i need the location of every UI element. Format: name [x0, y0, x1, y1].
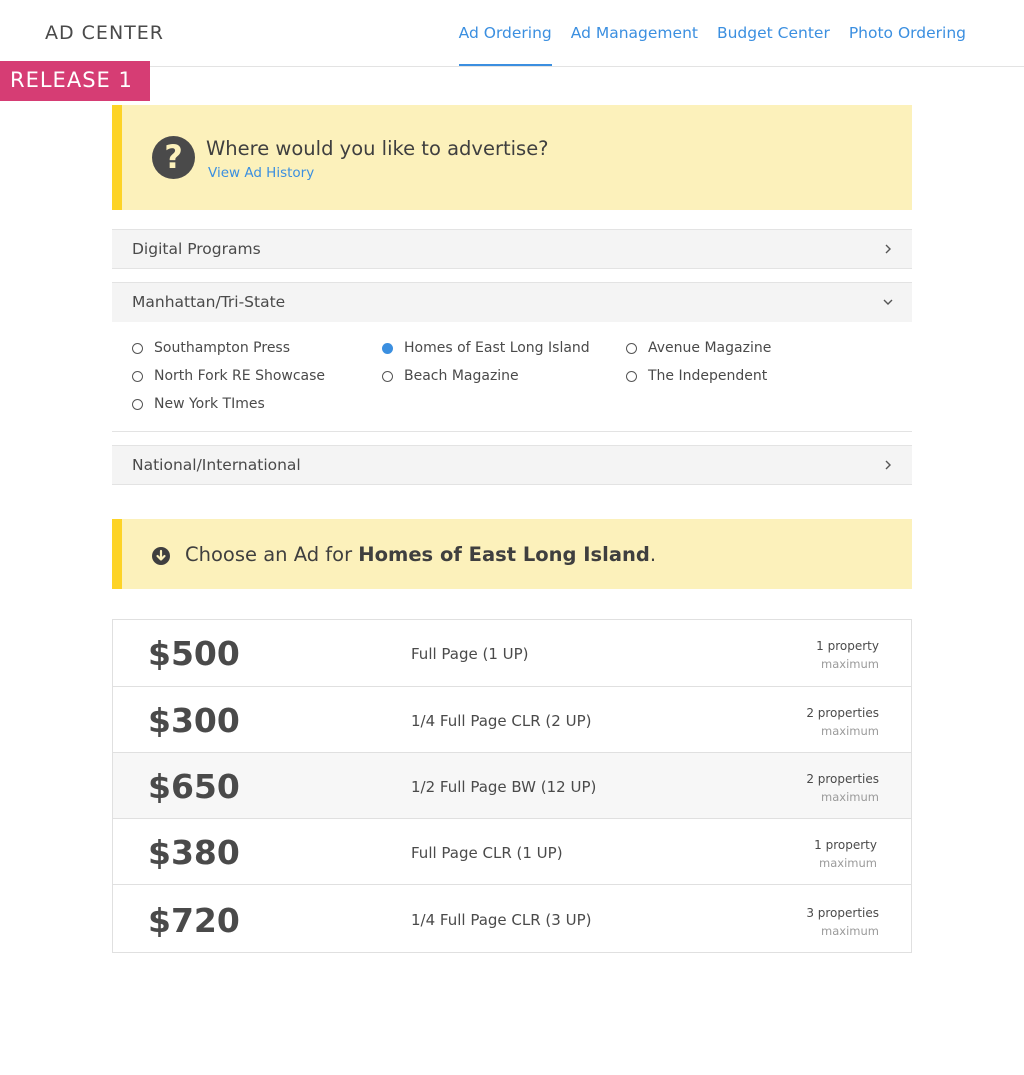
- radio-button[interactable]: [132, 398, 143, 410]
- ad-price: $380: [148, 833, 240, 872]
- choose-ad-prompt: Choose an Ad for Homes of East Long Isla…: [112, 519, 912, 589]
- property-count: 1 property: [814, 838, 877, 852]
- prompt-title: Where would you like to advertise?: [206, 137, 549, 160]
- option-label: Southampton Press: [154, 340, 291, 356]
- ad-name: 1/2 Full Page BW (12 UP): [411, 778, 597, 796]
- choose-suffix: .: [649, 543, 657, 566]
- nav-ad-ordering[interactable]: Ad Ordering: [458, 0, 552, 66]
- radio-option-selected[interactable]: Homes of East Long Island: [382, 340, 590, 356]
- ad-property-limit: 2 properties maximum: [806, 704, 879, 740]
- radio-button[interactable]: [382, 370, 393, 382]
- property-count: 1 property: [816, 639, 879, 653]
- ad-property-limit: 1 property maximum: [814, 836, 877, 872]
- ad-price: $650: [148, 767, 240, 806]
- ad-price: $720: [148, 901, 240, 940]
- advertise-prompt: ? Where would you like to advertise? Vie…: [112, 105, 912, 210]
- main-nav: Ad Ordering Ad Management Budget Center …: [440, 0, 966, 67]
- property-count: 2 properties: [806, 772, 879, 786]
- ad-name: 1/4 Full Page CLR (3 UP): [411, 911, 592, 929]
- chevron-right-icon: [885, 460, 891, 470]
- manhattan-publication-options: Southampton Press Homes of East Long Isl…: [112, 321, 912, 432]
- radio-button[interactable]: [626, 342, 637, 354]
- section-national-international[interactable]: National/International: [112, 445, 912, 485]
- radio-button[interactable]: [132, 370, 143, 382]
- maximum-label: maximum: [821, 924, 879, 938]
- ad-option-row[interactable]: $500 Full Page (1 UP) 1 property maximum: [113, 620, 911, 686]
- chevron-down-icon: [883, 299, 893, 305]
- ad-property-limit: 2 properties maximum: [806, 770, 879, 806]
- ad-options-table: $500 Full Page (1 UP) 1 property maximum…: [112, 619, 912, 953]
- section-label: Digital Programs: [132, 240, 261, 258]
- nav-budget-center[interactable]: Budget Center: [717, 0, 830, 66]
- view-ad-history-link[interactable]: View Ad History: [208, 165, 314, 181]
- ad-name: 1/4 Full Page CLR (2 UP): [411, 712, 592, 730]
- radio-option[interactable]: The Independent: [626, 368, 767, 384]
- release-badge: RELEASE 1: [0, 61, 150, 101]
- nav-ad-management[interactable]: Ad Management: [571, 0, 698, 66]
- option-label: New York TImes: [154, 396, 265, 412]
- brand-logo[interactable]: AD CENTER: [45, 22, 164, 44]
- radio-option[interactable]: Beach Magazine: [382, 368, 519, 384]
- radio-button[interactable]: [132, 342, 143, 354]
- radio-option[interactable]: New York TImes: [132, 396, 265, 412]
- option-label: Beach Magazine: [404, 368, 519, 384]
- option-label: Avenue Magazine: [648, 340, 772, 356]
- ad-option-row[interactable]: $650 1/2 Full Page BW (12 UP) 2 properti…: [113, 752, 911, 818]
- section-digital-programs[interactable]: Digital Programs: [112, 229, 912, 269]
- ad-option-row[interactable]: $300 1/4 Full Page CLR (2 UP) 2 properti…: [113, 686, 911, 752]
- arrow-down-circle-icon: [152, 547, 170, 565]
- radio-button[interactable]: [626, 370, 637, 382]
- ad-price: $500: [148, 634, 240, 673]
- property-count: 2 properties: [806, 706, 879, 720]
- ad-name: Full Page CLR (1 UP): [411, 844, 563, 862]
- nav-photo-ordering[interactable]: Photo Ordering: [849, 0, 966, 66]
- choose-prefix: Choose an Ad for: [185, 543, 359, 566]
- radio-option[interactable]: Southampton Press: [132, 340, 290, 356]
- ad-property-limit: 3 properties maximum: [806, 904, 879, 940]
- choose-ad-heading: Choose an Ad for Homes of East Long Isla…: [185, 543, 656, 566]
- ad-option-row[interactable]: $720 1/4 Full Page CLR (3 UP) 3 properti…: [113, 884, 911, 952]
- ad-property-limit: 1 property maximum: [816, 637, 879, 673]
- maximum-label: maximum: [821, 657, 879, 671]
- section-manhattan-tri-state[interactable]: Manhattan/Tri-State: [112, 282, 912, 322]
- chevron-right-icon: [885, 244, 891, 254]
- maximum-label: maximum: [821, 724, 879, 738]
- section-label: National/International: [132, 456, 301, 474]
- section-label: Manhattan/Tri-State: [132, 293, 286, 311]
- option-label: Homes of East Long Island: [404, 340, 590, 356]
- top-navbar: AD CENTER Ad Ordering Ad Management Budg…: [0, 0, 1024, 67]
- option-label: North Fork RE Showcase: [154, 368, 326, 384]
- radio-option[interactable]: Avenue Magazine: [626, 340, 771, 356]
- question-circle-icon: ?: [152, 136, 195, 179]
- radio-option[interactable]: North Fork RE Showcase: [132, 368, 325, 384]
- ad-option-row[interactable]: $380 Full Page CLR (1 UP) 1 property max…: [113, 818, 911, 884]
- maximum-label: maximum: [819, 856, 877, 870]
- ad-name: Full Page (1 UP): [411, 645, 529, 663]
- property-count: 3 properties: [806, 906, 879, 920]
- radio-button-selected[interactable]: [382, 342, 393, 354]
- selected-publication: Homes of East Long Island: [358, 543, 650, 566]
- option-label: The Independent: [648, 368, 768, 384]
- maximum-label: maximum: [821, 790, 879, 804]
- ad-price: $300: [148, 701, 240, 740]
